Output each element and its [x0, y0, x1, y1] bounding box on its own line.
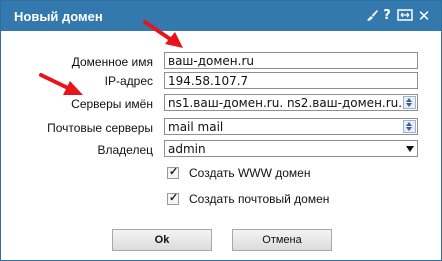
create-mail-label: Создать почтовый домен: [189, 192, 330, 206]
owner-label: Владелец: [97, 143, 153, 157]
annotation-arrow-icon: [39, 73, 83, 95]
maximize-icon[interactable]: [397, 8, 413, 24]
help-icon[interactable]: ?: [381, 8, 393, 24]
create-www-label: Создать WWW домен: [189, 166, 311, 180]
ok-button[interactable]: Ok: [112, 229, 212, 251]
create-www-checkbox[interactable]: ✓: [167, 166, 179, 179]
titlebar: Новый домен ? ✕: [1, 1, 441, 31]
owner-select[interactable]: admin: [164, 140, 418, 157]
new-domain-dialog: Новый домен ? ✕ Доменное имя ваш-домен.r…: [0, 0, 442, 261]
name-servers-stepper-icon[interactable]: [403, 96, 416, 109]
cancel-button[interactable]: Отмена: [232, 229, 332, 251]
create-mail-checkbox[interactable]: ✓: [167, 192, 179, 205]
name-servers-value: ns1.ваш-домен.ru. ns2.ваш-домен.ru.: [168, 96, 403, 110]
mail-servers-input[interactable]: mail mail: [164, 118, 418, 135]
dialog-title: Новый домен: [14, 9, 103, 24]
domain-name-value: ваш-домен.ru: [168, 54, 255, 68]
annotation-arrow-icon: [143, 20, 183, 48]
ip-address-value: 194.58.107.7: [168, 74, 249, 88]
domain-name-label: Доменное имя: [71, 55, 153, 69]
checkmark-icon: ✓: [169, 192, 179, 204]
ip-address-input[interactable]: 194.58.107.7: [164, 72, 418, 89]
dialog-body: Доменное имя ваш-домен.ru IP-адрес 194.5…: [1, 32, 441, 260]
mail-servers-stepper-icon[interactable]: [403, 120, 416, 133]
mail-servers-label: Почтовые серверы: [47, 121, 153, 135]
domain-name-input[interactable]: ваш-домен.ru: [164, 52, 418, 69]
checkmark-icon: ✓: [169, 166, 179, 178]
mail-servers-value: mail mail: [168, 120, 224, 134]
brush-icon[interactable]: [365, 8, 379, 24]
chevron-down-icon: [406, 146, 414, 152]
close-icon[interactable]: ✕: [417, 8, 431, 24]
owner-value: admin: [168, 142, 206, 156]
name-servers-input[interactable]: ns1.ваш-домен.ru. ns2.ваш-домен.ru.: [164, 94, 418, 111]
